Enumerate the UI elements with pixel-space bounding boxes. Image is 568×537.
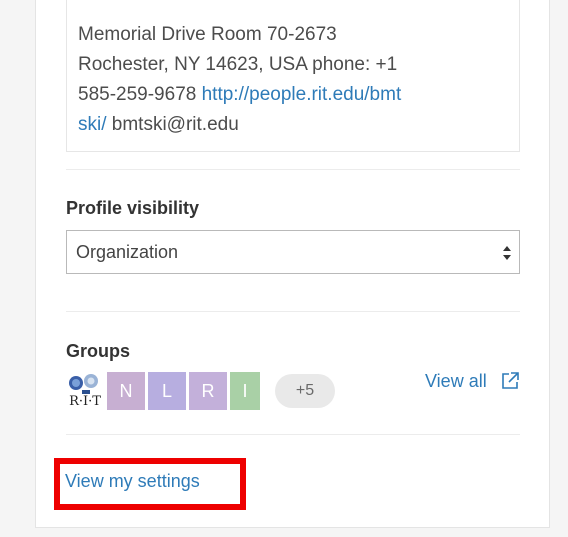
contact-info-box: gy Memorial Drive Room 70-2673 Rochester… — [66, 0, 520, 152]
contact-email-line: ski/ bmtski@rit.edu — [78, 110, 478, 140]
group-tile-letter: R — [201, 381, 215, 401]
profile-visibility-label: Profile visibility — [66, 198, 200, 218]
groups-label: Groups — [66, 341, 131, 361]
contact-email: bmtski@rit.edu — [111, 114, 239, 135]
group-tile-letter: N — [119, 381, 133, 401]
contact-info-text: gy Memorial Drive Room 70-2673 Rochester… — [78, 0, 478, 140]
divider — [66, 434, 520, 435]
profile-visibility-select[interactable]: Organization — [66, 230, 520, 274]
rit-logo-text: R·I·T — [69, 394, 101, 409]
group-tile-n[interactable]: N — [107, 372, 145, 410]
contact-address-line: Memorial Drive Room 70-2673 — [78, 24, 337, 45]
globe-emblem-icon — [69, 374, 98, 394]
group-tile-letter: I — [242, 381, 248, 401]
contact-city-line: Rochester, NY 14623, USA phone: +1 — [78, 54, 398, 75]
divider — [66, 169, 520, 170]
more-groups-badge[interactable]: +5 — [275, 374, 335, 408]
clipped-line: gy — [78, 0, 478, 20]
homepage-link-continued[interactable]: ski/ — [78, 114, 107, 135]
profile-panel: gy Memorial Drive Room 70-2673 Rochester… — [35, 0, 550, 528]
select-arrows-icon — [503, 246, 511, 260]
clipped-text-fragment: gy — [258, 0, 278, 2]
view-my-settings-link[interactable]: View my settings — [65, 471, 200, 492]
view-all-groups-link[interactable]: View all — [425, 371, 487, 392]
contact-phone-line: 585-259-9678 http://people.rit.edu/bmt — [78, 80, 478, 110]
profile-visibility-value: Organization — [76, 242, 179, 262]
homepage-link[interactable]: http://people.rit.edu/bmt — [202, 84, 402, 105]
group-rit-logo-tile[interactable]: R·I·T — [66, 372, 104, 410]
contact-phone: 585-259-9678 — [78, 84, 197, 105]
group-tile-l[interactable]: L — [148, 372, 186, 410]
group-tile-i[interactable]: I — [230, 372, 260, 410]
group-tile-letter: L — [161, 381, 172, 401]
group-tile-r[interactable]: R — [189, 372, 227, 410]
external-link-icon[interactable] — [500, 371, 520, 391]
divider — [66, 311, 520, 312]
